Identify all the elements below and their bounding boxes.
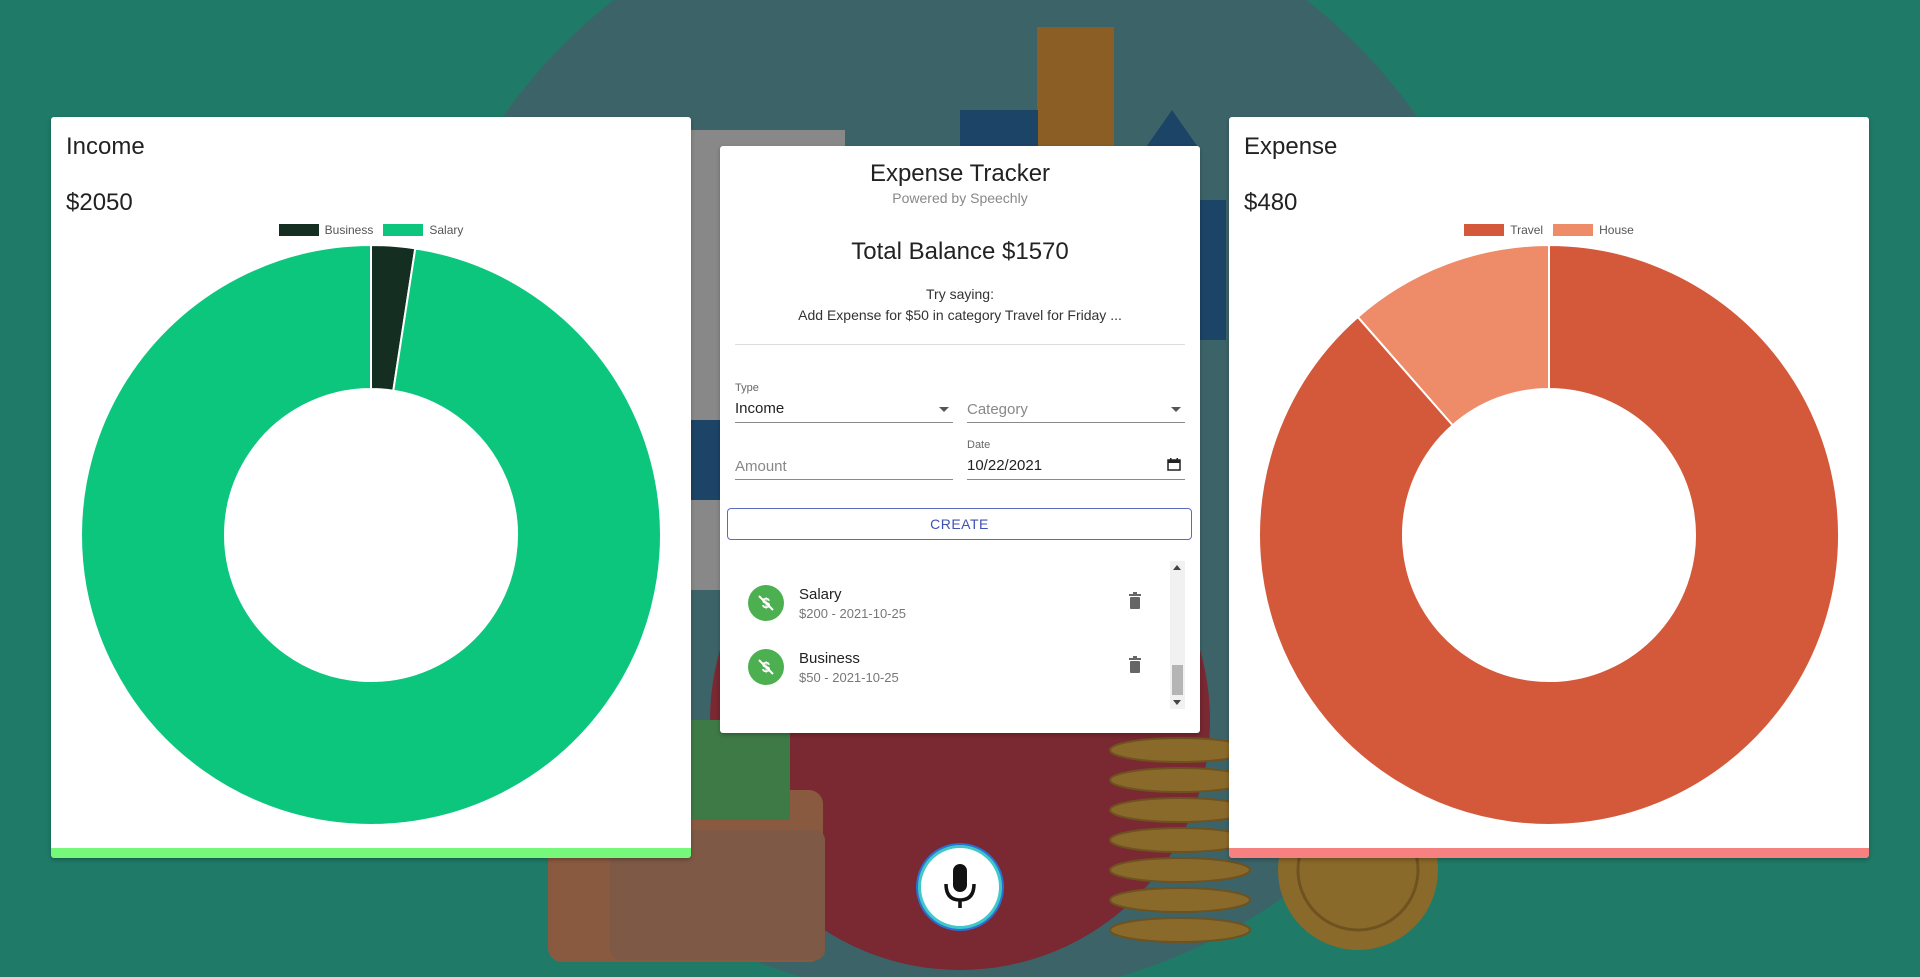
donut-slice-salary[interactable] (80, 243, 662, 826)
type-value: Income (735, 400, 785, 417)
avatar: $ (748, 649, 784, 685)
expense-total: $480 (1244, 189, 1298, 216)
try-saying-command: Add Expense for $50 in category Travel f… (798, 307, 1122, 323)
scroll-down-arrow-icon[interactable] (1173, 700, 1181, 705)
legend-item-house[interactable]: House (1553, 223, 1634, 237)
scroll-up-arrow-icon[interactable] (1173, 565, 1181, 570)
trash-icon[interactable] (1127, 592, 1143, 610)
expense-legend: Travel House (1229, 223, 1869, 237)
divider (735, 344, 1185, 345)
microphone-button[interactable] (918, 845, 1002, 929)
legend-swatch-salary (383, 224, 424, 236)
category-select[interactable]: Category (967, 396, 1185, 423)
list-item[interactable]: $ Business $50 - 2021-10-25 (735, 637, 1155, 697)
type-label: Type (735, 382, 759, 394)
total-balance: Total Balance $1570 (851, 238, 1069, 265)
create-button[interactable]: CREATE (727, 508, 1192, 540)
trash-icon[interactable] (1127, 656, 1143, 674)
amount-placeholder: Amount (735, 458, 787, 475)
legend-item-travel[interactable]: Travel (1464, 223, 1543, 237)
amount-input[interactable]: Amount (735, 453, 953, 480)
transaction-detail: $200 - 2021-10-25 (799, 606, 906, 621)
legend-label: House (1599, 223, 1634, 237)
date-value: 10/22/2021 (967, 457, 1043, 474)
scrollbar[interactable] (1170, 561, 1185, 709)
money-off-icon: $ (758, 659, 774, 676)
legend-label: Salary (429, 223, 464, 237)
money-off-icon: $ (758, 595, 774, 612)
income-card: Income $2050 Business Salary (51, 117, 691, 858)
transaction-list: $ Salary $200 - 2021-10-25 $ Business $5… (735, 561, 1185, 709)
legend-swatch-travel (1464, 224, 1505, 236)
legend-label: Travel (1510, 223, 1544, 237)
category-placeholder: Category (967, 401, 1028, 418)
calendar-icon[interactable] (1167, 458, 1181, 471)
income-title: Income (66, 133, 145, 160)
income-legend: Business Salary (51, 223, 691, 237)
scrollbar-thumb[interactable] (1172, 665, 1183, 695)
type-select[interactable]: Type Income (735, 382, 953, 423)
date-input[interactable]: Date 10/22/2021 (967, 439, 1185, 480)
microphone-icon (944, 864, 976, 908)
expense-card: Expense $480 Travel House (1229, 117, 1869, 858)
try-saying-label: Try saying: (926, 286, 994, 302)
transaction-category: Salary (799, 586, 842, 603)
transaction-detail: $50 - 2021-10-25 (799, 670, 899, 685)
legend-item-business[interactable]: Business (278, 223, 374, 237)
income-total: $2050 (66, 189, 133, 216)
tracker-title: Expense Tracker (869, 160, 1051, 187)
list-item[interactable]: $ Salary $200 - 2021-10-25 (735, 573, 1155, 633)
date-label: Date (967, 439, 991, 451)
legend-swatch-house (1553, 224, 1594, 236)
chevron-down-icon (1171, 407, 1181, 412)
legend-item-salary[interactable]: Salary (383, 223, 463, 237)
avatar: $ (748, 585, 784, 621)
transaction-category: Business (799, 650, 860, 667)
chevron-down-icon (939, 407, 949, 412)
legend-label: Business (324, 223, 374, 237)
expense-tracker-card: Expense Tracker Powered by Speechly Tota… (720, 146, 1200, 733)
legend-swatch-business (278, 224, 319, 236)
expense-title: Expense (1244, 133, 1338, 160)
tracker-subtitle: Powered by Speechly (892, 190, 1028, 206)
